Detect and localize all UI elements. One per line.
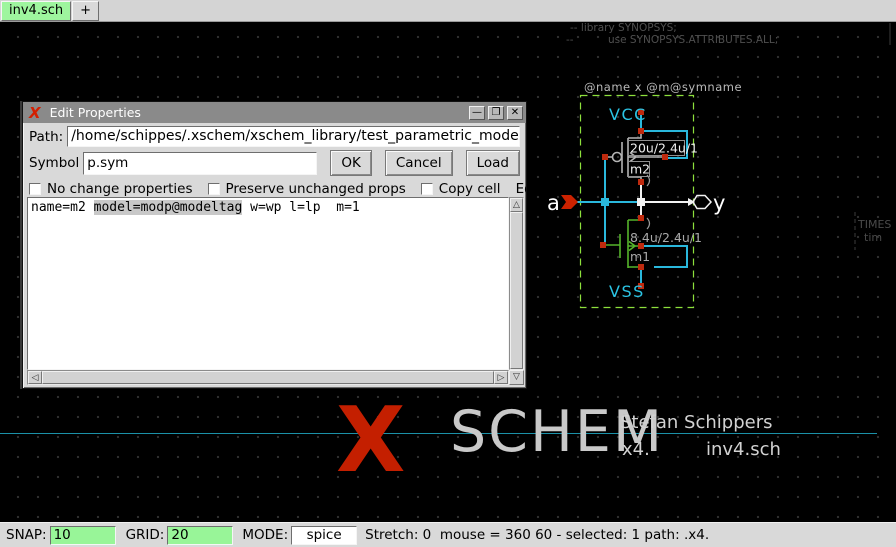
- symbol-label: Symbol: [29, 155, 79, 171]
- grid-input[interactable]: [167, 526, 233, 545]
- comment-line-2[interactable]: use SYNOPSYS.ATTRIBUTES.ALL;: [608, 34, 778, 46]
- status-bar: SNAP: GRID: MODE: Stretch: 0 mouse = 360…: [0, 522, 896, 547]
- tab-bar: inv4.sch +: [0, 0, 896, 22]
- comment-line-2-dash[interactable]: --: [566, 34, 574, 46]
- cancel-button[interactable]: Cancel: [385, 150, 453, 176]
- maximize-button[interactable]: ❐: [488, 106, 504, 120]
- author-text: Stefan Schippers: [620, 412, 773, 433]
- no-change-properties-checkbox[interactable]: No change properties: [29, 181, 193, 197]
- scroll-down-icon[interactable]: ▽: [509, 370, 524, 385]
- horizontal-scrollbar[interactable]: ◁ ▷: [27, 370, 509, 385]
- xschem-app-icon: X: [29, 104, 41, 122]
- mode-input[interactable]: [291, 526, 357, 545]
- status-info-text: Stretch: 0 mouse = 360 60 - selected: 1 …: [365, 527, 709, 543]
- edit-attributes-clipped-label[interactable]: Edit At: [516, 181, 526, 197]
- pin-y-label[interactable]: y: [713, 191, 725, 215]
- path-label: Path:: [29, 129, 63, 145]
- dialog-title: Edit Properties: [50, 105, 466, 120]
- edit-properties-dialog: X Edit Properties — ❐ ✕ Path: /home/schi…: [22, 101, 527, 389]
- vhdl-header-comments[interactable]: -- library SYNOPSYS; -- use SYNOPSYS.ATT…: [566, 22, 778, 46]
- prop-text-pre: name=m2: [31, 200, 94, 215]
- wire-junction-input[interactable]: [601, 198, 609, 206]
- tim-text[interactable]: tim: [864, 231, 882, 244]
- instance-format-label[interactable]: @name x @m@symname: [584, 80, 742, 94]
- pmos-transistor-m2[interactable]: [605, 131, 664, 186]
- snap-input[interactable]: [50, 526, 116, 545]
- wire-junction-output[interactable]: [637, 198, 645, 206]
- properties-textarea[interactable]: name=m2 model=modp@modeltag w=wp l=lp m=…: [27, 197, 509, 370]
- vcc-label[interactable]: VCC: [609, 105, 647, 124]
- copy-cell-checkbox[interactable]: Copy cell: [421, 181, 501, 197]
- nmos-wl-label[interactable]: 8.4u/2.4u/1: [630, 230, 702, 245]
- sheet-name-text: inv4.sch: [706, 439, 781, 460]
- input-pin-a[interactable]: [561, 195, 578, 209]
- titleblock-line: [0, 433, 877, 434]
- checkbox-box[interactable]: [208, 183, 220, 195]
- prop-text-selected: model=modp@modeltag: [94, 200, 243, 215]
- checkbox-box[interactable]: [29, 183, 41, 195]
- grid-label: GRID:: [126, 527, 165, 543]
- output-net-wires[interactable]: [641, 182, 691, 218]
- close-button[interactable]: ✕: [507, 106, 523, 120]
- instance-name-text: x4.: [622, 439, 650, 460]
- nmos-name-label[interactable]: m1: [630, 249, 650, 264]
- scroll-up-icon[interactable]: △: [510, 198, 523, 212]
- minimize-button[interactable]: —: [469, 106, 485, 120]
- checkbox-label: Copy cell: [439, 181, 501, 197]
- vertical-scrollbar[interactable]: △: [509, 197, 524, 370]
- vertical-scroll-thumb[interactable]: [510, 212, 523, 369]
- horizontal-scroll-thumb[interactable]: [42, 371, 494, 384]
- checkbox-label: Preserve unchanged props: [226, 181, 406, 197]
- preserve-unchanged-props-checkbox[interactable]: Preserve unchanged props: [208, 181, 406, 197]
- clipped-right-symbol[interactable]: TIMES tim: [855, 23, 891, 250]
- scroll-left-icon[interactable]: ◁: [28, 371, 42, 384]
- properties-editor: name=m2 model=modp@modeltag w=wp l=lp m=…: [27, 197, 524, 385]
- vss-label[interactable]: VSS: [609, 282, 645, 301]
- xschem-logo-x-icon: X: [336, 396, 405, 486]
- snap-label: SNAP:: [6, 527, 47, 543]
- dialog-titlebar[interactable]: X Edit Properties — ❐ ✕: [23, 102, 526, 123]
- symbol-input[interactable]: [83, 152, 317, 175]
- tab-inv4-sch[interactable]: inv4.sch: [1, 1, 71, 21]
- pmos-wl-label[interactable]: 20u/2.4u/1: [630, 141, 698, 156]
- checkbox-box[interactable]: [421, 183, 433, 195]
- times-text[interactable]: TIMES: [857, 218, 891, 231]
- pmos-name-label[interactable]: m2: [630, 162, 650, 177]
- ok-button[interactable]: OK: [330, 150, 371, 176]
- output-pin-y[interactable]: [688, 196, 711, 209]
- mode-label: MODE:: [242, 527, 288, 543]
- new-tab-button[interactable]: +: [72, 1, 99, 21]
- comment-line-1[interactable]: -- library SYNOPSYS;: [570, 22, 677, 34]
- scroll-right-icon[interactable]: ▷: [494, 371, 508, 384]
- load-button[interactable]: Load: [466, 150, 520, 176]
- path-field[interactable]: /home/schippes/.xschem/xschem_library/te…: [67, 126, 520, 147]
- checkbox-label: No change properties: [47, 181, 193, 197]
- xschem-window: inv4.sch + -- library SYNOPSYS; -- use S…: [0, 0, 896, 547]
- prop-text-post: w=wp l=lp m=1: [242, 200, 359, 215]
- pin-a-label[interactable]: a: [547, 191, 560, 215]
